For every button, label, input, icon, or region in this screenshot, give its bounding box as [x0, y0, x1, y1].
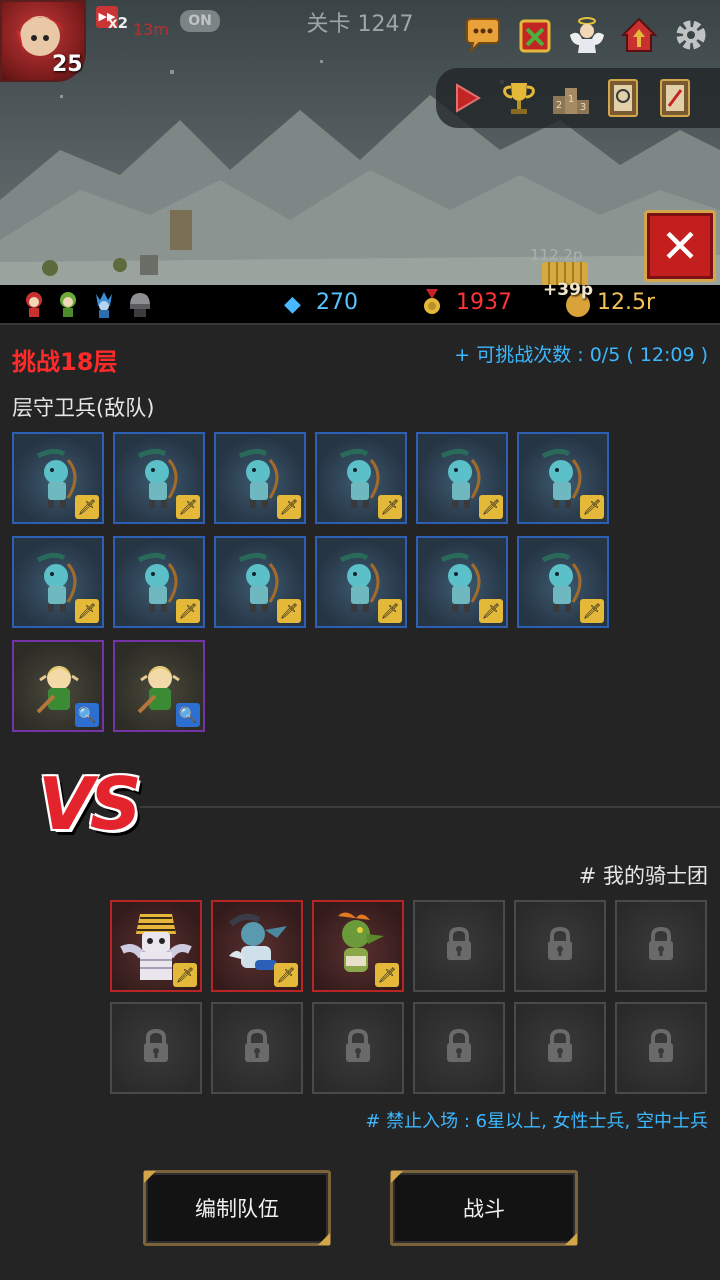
edit-team-button[interactable]: 编制队伍	[143, 1170, 331, 1246]
quest-book-icon[interactable]	[604, 78, 642, 118]
blue-knight-icon[interactable]	[90, 289, 118, 319]
lock-icon	[242, 1028, 272, 1068]
enemy-slot[interactable]: 🔍	[12, 640, 104, 732]
locked-slot[interactable]	[312, 1002, 404, 1094]
lock-icon	[444, 1028, 474, 1068]
ally-slot[interactable]: 🗡	[110, 900, 202, 992]
document-icon[interactable]	[656, 78, 694, 118]
locked-slot[interactable]	[514, 900, 606, 992]
locked-slot[interactable]	[514, 1002, 606, 1094]
divider	[140, 806, 720, 808]
locked-slot[interactable]	[615, 1002, 707, 1094]
gear-icon[interactable]	[668, 12, 714, 58]
svg-text:2: 2	[556, 100, 562, 111]
ban-restrictions: # 禁止入场 : 6星以上, 女性士兵, 空中士兵	[365, 1111, 708, 1132]
close-icon: ✕	[660, 219, 700, 273]
enemy-slot[interactable]: 🗡	[517, 536, 609, 628]
gem-count: 270	[316, 290, 358, 315]
enemy-slot[interactable]: 🗡	[416, 432, 508, 524]
svg-text:1: 1	[568, 94, 574, 105]
sword-class-icon: 🗡	[277, 599, 301, 623]
shield-event-icon[interactable]	[512, 12, 558, 58]
enemy-slot[interactable]: 🗡	[113, 432, 205, 524]
resource-bar: ◆ 270 1937 12.5r	[0, 285, 720, 325]
sword-class-icon: 🗡	[580, 599, 604, 623]
enemy-slot[interactable]: 🔍	[113, 640, 205, 732]
medal-icon	[424, 289, 440, 314]
locked-slot[interactable]	[413, 1002, 505, 1094]
lock-icon	[646, 926, 676, 966]
close-button[interactable]: ✕	[644, 210, 716, 282]
lock-icon	[545, 926, 575, 966]
lock-icon	[545, 1028, 575, 1068]
staff-class-icon: 🔍	[75, 703, 99, 727]
edit-team-label: 编制队伍	[195, 1197, 279, 1221]
enemy-slot[interactable]: 🗡	[315, 536, 407, 628]
sword-class-icon: 🗡	[173, 963, 197, 987]
enemy-slot[interactable]: 🗡	[416, 536, 508, 628]
locked-slot[interactable]	[413, 900, 505, 992]
green-hero-icon[interactable]	[54, 289, 82, 319]
ally-slot[interactable]: 🗡	[312, 900, 404, 992]
sword-class-icon: 🗡	[479, 599, 503, 623]
guard-section-label: 层守卫兵(敌队)	[12, 396, 155, 420]
medal-count: 1937	[456, 290, 512, 315]
locked-slot[interactable]	[211, 1002, 303, 1094]
sword-class-icon: 🗡	[75, 599, 99, 623]
enemy-slot[interactable]: 🗡	[12, 432, 104, 524]
locked-slot[interactable]	[110, 1002, 202, 1094]
sword-class-icon: 🗡	[378, 495, 402, 519]
lock-icon	[343, 1028, 373, 1068]
enemy-slot[interactable]: 🗡	[113, 536, 205, 628]
svg-text:3: 3	[580, 102, 586, 113]
battle-scene: 25 ▶▶ x2 13m ON 关卡 1247 123 112.2p	[0, 0, 720, 285]
battle-button[interactable]: 战斗	[390, 1170, 578, 1246]
chat-icon[interactable]	[460, 12, 506, 58]
ally-slot[interactable]: 🗡	[211, 900, 303, 992]
sword-class-icon: 🗡	[375, 963, 399, 987]
red-hero-icon[interactable]	[20, 289, 48, 319]
sword-class-icon: 🗡	[176, 599, 200, 623]
battle-label: 战斗	[463, 1197, 505, 1221]
trophy-icon[interactable]	[500, 78, 538, 118]
sword-class-icon: 🗡	[479, 495, 503, 519]
sword-class-icon: 🗡	[75, 495, 99, 519]
lock-icon	[141, 1028, 171, 1068]
enemy-slot[interactable]: 🗡	[214, 536, 306, 628]
floor-title: 挑战18层	[12, 348, 118, 376]
helmet-icon[interactable]	[126, 289, 154, 319]
house-icon[interactable]	[616, 12, 662, 58]
attempts-counter[interactable]: + 可挑战次数 : 0/5 ( 12:09 )	[454, 340, 708, 367]
gem-icon: ◆	[284, 292, 301, 317]
top-icon-row	[460, 12, 714, 58]
lock-icon	[444, 926, 474, 966]
tool-bar: 12 3	[436, 68, 720, 128]
staff-class-icon: 🔍	[176, 703, 200, 727]
play-icon[interactable]	[448, 78, 486, 118]
sword-class-icon: 🗡	[274, 963, 298, 987]
sword-class-icon: 🗡	[176, 495, 200, 519]
angel-icon[interactable]	[564, 12, 610, 58]
vs-label: VS	[38, 762, 142, 846]
gold-gain-text: +39p	[543, 280, 594, 300]
gold-count: 12.5r	[597, 290, 656, 315]
lock-icon	[646, 1028, 676, 1068]
enemy-slot[interactable]: 🗡	[517, 432, 609, 524]
player-level: 25	[52, 52, 83, 77]
enemy-slot[interactable]: 🗡	[12, 536, 104, 628]
sword-class-icon: 🗡	[378, 599, 402, 623]
ranking-podium-icon[interactable]: 12 3	[552, 78, 590, 118]
enemy-slot[interactable]: 🗡	[214, 432, 306, 524]
my-team-label: # 我的骑士团	[578, 864, 708, 888]
sword-class-icon: 🗡	[277, 495, 301, 519]
sword-class-icon: 🗡	[580, 495, 604, 519]
enemy-slot[interactable]: 🗡	[315, 432, 407, 524]
locked-slot[interactable]	[615, 900, 707, 992]
